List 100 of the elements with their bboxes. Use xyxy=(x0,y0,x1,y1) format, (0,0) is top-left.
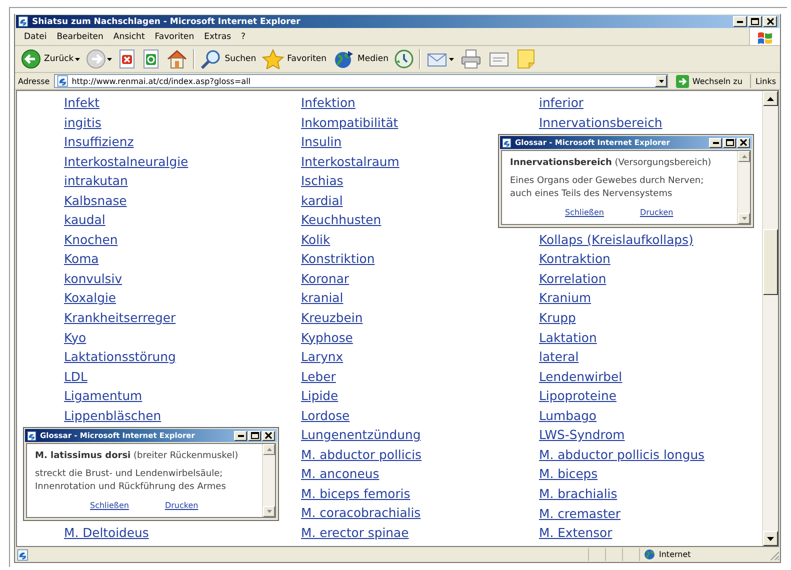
glossary-link[interactable]: Larynx xyxy=(301,347,344,367)
back-button[interactable]: Zurück xyxy=(18,47,77,71)
resize-grip-icon[interactable] xyxy=(768,548,780,560)
maximize-icon xyxy=(250,432,258,440)
popup-link[interactable]: Schließen xyxy=(90,499,129,512)
glossary-link[interactable]: Interkostalneuralgie xyxy=(64,152,188,172)
glossary-link[interactable]: lateral xyxy=(539,347,579,367)
glossary-link[interactable]: Lipide xyxy=(301,386,338,406)
glossary-link[interactable]: Kreuzbein xyxy=(301,308,363,328)
media-button[interactable]: Medien xyxy=(330,47,392,71)
glossary-link[interactable]: Insulin xyxy=(301,132,342,152)
glossary-link[interactable]: Kyo xyxy=(64,328,86,348)
glossary-link[interactable]: Laktationsstörung xyxy=(64,347,176,367)
glossary-link[interactable]: kardial xyxy=(301,190,343,210)
glossary-link[interactable]: Koronar xyxy=(301,268,350,288)
glossary-link[interactable]: M. coracobrachialis xyxy=(301,503,421,524)
close-button[interactable] xyxy=(737,138,750,148)
maximize-button[interactable] xyxy=(723,138,736,148)
links-button[interactable]: Links xyxy=(750,74,780,88)
favorites-button[interactable]: Favoriten xyxy=(259,47,330,71)
glossary-link[interactable]: inferior xyxy=(539,93,584,113)
security-zone: Internet xyxy=(659,550,691,559)
glossary-link[interactable]: Lippenbläschen xyxy=(64,406,162,426)
glossary-link[interactable]: Lipoproteine xyxy=(539,386,616,406)
glossary-link[interactable]: Lumbago xyxy=(539,406,597,426)
glossary-link[interactable]: M. abductor pollicis xyxy=(301,444,422,464)
glossary-link[interactable]: Laktation xyxy=(539,328,597,348)
glossary-link[interactable]: Infekt xyxy=(64,93,100,113)
glossary-link[interactable]: Kontraktion xyxy=(539,249,610,269)
glossary-link[interactable]: Krankheitserreger xyxy=(64,308,176,328)
glossary-link[interactable]: konvulsiv xyxy=(64,268,122,288)
search-button[interactable]: Suchen xyxy=(196,47,260,71)
close-button[interactable] xyxy=(262,430,275,441)
glossary-link[interactable]: Lordose xyxy=(301,406,350,426)
glossary-link[interactable]: M. abductor pollicis longus xyxy=(539,444,705,464)
minimize-button[interactable] xyxy=(733,16,747,27)
page-x-icon xyxy=(118,49,136,69)
popup-link[interactable]: Drucken xyxy=(164,499,198,512)
definition-line: Innenrotation und Rückführung des Armes xyxy=(35,481,227,494)
go-arrow-icon xyxy=(676,74,690,88)
glossary-link[interactable]: Insuffizienz xyxy=(64,132,134,152)
glossary-link[interactable]: LDL xyxy=(64,366,88,386)
glossary-link[interactable]: M. Deltoideus xyxy=(64,523,149,543)
glossary-link[interactable]: Inkompatibilität xyxy=(301,112,398,132)
glossary-link[interactable]: M. erector spinae xyxy=(301,523,409,543)
definition-line: streckt die Brust- und Lendenwirbelsäule; xyxy=(35,468,224,482)
glossary-link[interactable]: M. anconeus xyxy=(301,464,380,484)
glossary-link[interactable]: M. cremaster xyxy=(539,504,621,524)
glossary-link[interactable]: Koma xyxy=(64,249,99,269)
address-field[interactable]: http://www.renmai.at/cd/index.asp?gloss=all xyxy=(54,74,668,88)
glossary-link[interactable]: Korrelation xyxy=(539,268,606,288)
menu-item[interactable]: Favoriten xyxy=(150,32,200,42)
glossary-link[interactable]: Kranium xyxy=(539,288,592,308)
go-button[interactable]: Wechseln zu xyxy=(672,74,746,88)
glossary-link[interactable]: Infektion xyxy=(301,93,356,113)
menu-item[interactable]: Bearbeiten xyxy=(52,32,108,42)
minimize-button[interactable] xyxy=(234,430,247,441)
glossary-link[interactable]: Kolik xyxy=(301,230,330,250)
glossary-link[interactable]: Kalbsnase xyxy=(64,190,127,210)
glossary-link[interactable]: Leber xyxy=(301,366,336,386)
glossary-link[interactable]: ingitis xyxy=(64,112,102,132)
glossary-link[interactable]: Innervationsbereich xyxy=(539,112,662,132)
glossary-link[interactable]: Knochen xyxy=(64,230,118,250)
glossary-link[interactable]: Kyphose xyxy=(301,328,353,348)
dropdown-button[interactable] xyxy=(655,75,668,87)
minimize-button[interactable] xyxy=(709,138,722,148)
glossary-link[interactable]: Ischias xyxy=(301,171,344,191)
menu-item[interactable]: ? xyxy=(236,32,251,42)
glossary-link[interactable]: Keuchhusten xyxy=(301,210,382,230)
glossary-link[interactable]: M. brachialis xyxy=(539,484,618,504)
close-button[interactable] xyxy=(763,16,777,27)
glossary-link[interactable]: Konstriktion xyxy=(301,249,375,269)
menu-item[interactable]: Datei xyxy=(19,32,52,42)
glossary-link[interactable]: Ligamentum xyxy=(64,386,142,406)
glossary-link[interactable]: Koxalgie xyxy=(64,288,116,308)
menu-item[interactable]: Ansicht xyxy=(108,32,150,42)
scroll-up-button[interactable] xyxy=(763,91,778,106)
up-arrow-icon xyxy=(767,96,774,100)
scroll-thumb[interactable] xyxy=(763,229,778,295)
definition-line: auch eines Teils des Nervensystems xyxy=(510,188,674,202)
glossary-link[interactable]: M. biceps femoris xyxy=(301,484,410,504)
maximize-button[interactable] xyxy=(248,430,261,441)
glossary-link[interactable]: LWS-Syndrom xyxy=(539,425,625,445)
glossary-link[interactable]: Krupp xyxy=(539,308,576,328)
maximize-button[interactable] xyxy=(748,16,762,27)
popup-link[interactable]: Drucken xyxy=(640,206,674,220)
glossary-link[interactable]: M. biceps xyxy=(539,464,598,484)
glossary-link[interactable]: intrakutan xyxy=(64,171,128,191)
clock-icon xyxy=(394,49,414,69)
glossary-link[interactable]: Lungenentzündung xyxy=(301,425,421,445)
glossary-link[interactable]: Kollaps (Kreislaufkollaps) xyxy=(539,230,694,250)
scroll-down-button[interactable] xyxy=(763,531,778,546)
popup-link[interactable]: Schließen xyxy=(565,206,604,220)
close-icon xyxy=(766,18,774,25)
glossary-link[interactable]: Lendenwirbel xyxy=(539,366,622,386)
glossary-link[interactable]: kaudal xyxy=(64,210,106,230)
menu-item[interactable]: Extras xyxy=(199,32,236,42)
glossary-link[interactable]: M. Extensor xyxy=(539,523,612,543)
glossary-link[interactable]: kranial xyxy=(301,288,344,308)
glossary-link[interactable]: Interkostalraum xyxy=(301,152,400,172)
